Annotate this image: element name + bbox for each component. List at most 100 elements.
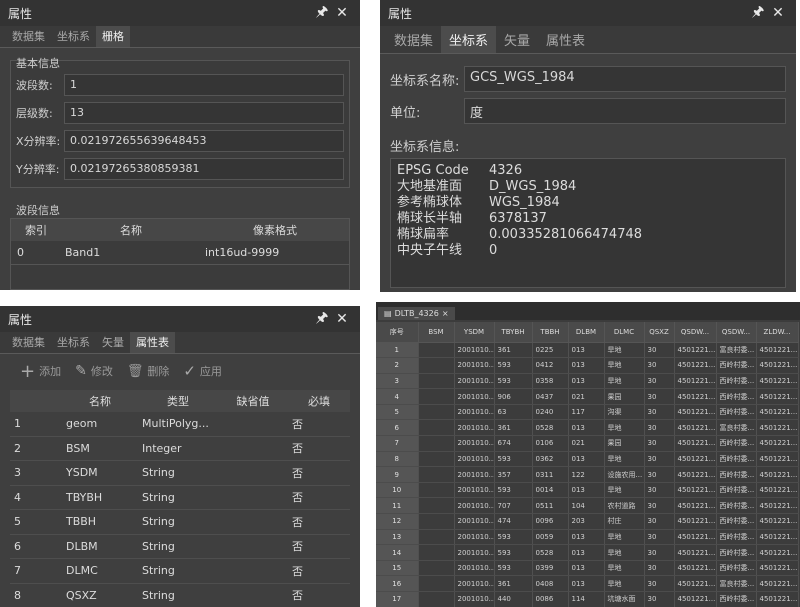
table-row[interactable]: 2 BSM Integer 否 — [10, 437, 350, 461]
pin-icon[interactable]: 🖈 — [748, 1, 768, 25]
coordinate-system-panel: 属性 🖈 ✕ 数据集 坐标系 矢量 属性表 坐标系名称: GCS_WGS_198… — [380, 0, 796, 292]
unit-field[interactable]: 度 — [464, 98, 786, 124]
table-cell: 村庄 — [604, 513, 645, 530]
band-col-index[interactable]: 索引 — [11, 222, 61, 238]
table-row[interactable]: 1 2001010... 361 0225 013 旱地 30 4501221... 富良村委.… — [376, 342, 799, 359]
col-required[interactable]: 必填 — [288, 393, 350, 409]
column-header-dlbm[interactable]: DLBM — [568, 322, 605, 343]
field-required-cell: 否 — [292, 491, 303, 505]
table-row[interactable]: 9 2001010... 357 0311 122 设施农用... 30 4501221...… — [376, 466, 799, 483]
table-cell: 4501221... — [674, 497, 717, 515]
document-tab[interactable]: ▤ DLTB_4326 × — [378, 307, 455, 320]
column-header-qsxz[interactable]: QSXZ — [644, 322, 675, 343]
table-row[interactable]: 12 2001010... 474 0096 203 村庄 30 4501221... 西岭村委… — [376, 513, 799, 530]
pin-icon[interactable]: 🖈 — [312, 307, 332, 331]
table-cell: 0358 — [532, 373, 569, 390]
row-index-cell: 1 — [14, 417, 21, 431]
band-count-field[interactable]: 1 — [64, 74, 344, 96]
table-row[interactable]: 16 2001010... 361 0408 013 旱地 30 4501221... 富良村委… — [376, 575, 799, 592]
table-cell — [418, 373, 455, 390]
close-icon[interactable]: ✕ — [332, 5, 352, 21]
column-header-tbbh[interactable]: TBBH — [532, 322, 569, 343]
table-row[interactable]: 5 2001010... 63 0240 117 沟渠 30 4501221... 西岭村委..… — [376, 404, 799, 421]
edit-button[interactable]: ✎ 修改 — [75, 363, 113, 379]
table-cell: 2001010... — [454, 591, 495, 607]
tab-dataset[interactable]: 数据集 — [6, 331, 51, 353]
close-icon[interactable]: ✕ — [768, 5, 788, 21]
column-header-[interactable]: 序号 — [376, 322, 419, 343]
table-cell: 013 — [568, 544, 605, 561]
row-number-cell: 3 — [376, 373, 419, 390]
band-col-name[interactable]: 名称 — [61, 222, 201, 238]
tab-raster[interactable]: 栅格 — [96, 25, 130, 47]
table-cell: 593 — [494, 560, 533, 577]
crs-name-field[interactable]: GCS_WGS_1984 — [464, 66, 786, 92]
table-row[interactable]: 1 geom MultiPolyg... 否 — [10, 412, 350, 437]
table-row[interactable]: 7 2001010... 674 0106 021 果园 30 4501221... 西岭村委.… — [376, 435, 799, 452]
tab-coordinate-system[interactable]: 坐标系 — [51, 331, 96, 353]
table-row[interactable]: 11 2001010... 707 0511 104 农村道路 30 4501221... 西岭… — [376, 497, 799, 515]
column-header-bsm[interactable]: BSM — [418, 322, 455, 343]
band-index-cell: 0 — [17, 246, 24, 259]
tab-coordinate-system[interactable]: 坐标系 — [51, 25, 96, 47]
column-header-ysdm[interactable]: YSDM — [454, 322, 495, 343]
tab-attribute-table[interactable]: 属性表 — [538, 26, 593, 53]
datum-key: 大地基准面 — [397, 179, 463, 194]
apply-button[interactable]: ✓ 应用 — [183, 362, 222, 380]
band-col-pixel-format[interactable]: 像素格式 — [201, 222, 349, 238]
row-index-cell: 5 — [14, 515, 21, 529]
table-cell: 4501221... — [756, 419, 799, 437]
table-row[interactable]: 2 2001010... 593 0412 013 旱地 30 4501221... 西岭村委.… — [376, 357, 799, 374]
table-header-row: 序号 BSM YSDM TBYBH TBBH DLBM DLMC QSXZ QSDW... QSD… — [376, 322, 799, 343]
field-name-cell: QSXZ — [66, 588, 97, 602]
field-type-cell: String — [142, 490, 175, 504]
ellipsoid-key: 参考椭球体 — [397, 195, 463, 210]
tab-vector[interactable]: 矢量 — [96, 331, 130, 353]
table-row[interactable]: 7 DLMC String 否 — [10, 559, 350, 584]
tab-attribute-table[interactable]: 属性表 — [130, 331, 175, 353]
level-count-field[interactable]: 13 — [64, 102, 344, 124]
field-name-cell: geom — [66, 417, 98, 431]
table-cell: 4501221... — [674, 482, 717, 499]
column-header-qsdw[interactable]: QSDW... — [716, 322, 757, 343]
table-cell: 旱地 — [604, 451, 645, 468]
delete-button[interactable]: 🗑 删除 — [127, 363, 170, 379]
field-name-cell: TBYBH — [66, 490, 103, 504]
tab-dataset[interactable]: 数据集 — [386, 26, 441, 53]
column-header-zldw[interactable]: ZLDW... — [756, 322, 799, 343]
central-meridian-value: 0 — [489, 243, 498, 258]
col-type[interactable]: 类型 — [138, 393, 218, 409]
column-header-tbybh[interactable]: TBYBH — [494, 322, 533, 343]
column-header-qsdw[interactable]: QSDW... — [674, 322, 717, 343]
table-row[interactable]: 3 YSDM String 否 — [10, 461, 350, 486]
table-row[interactable]: 15 2001010... 593 0399 013 旱地 30 4501221... 西岭村委… — [376, 560, 799, 577]
tab-vector[interactable]: 矢量 — [496, 26, 538, 53]
table-row[interactable]: 17 2001010... 440 0086 114 坑塘水面 30 4501221... 西岭… — [376, 591, 799, 607]
tab-dataset[interactable]: 数据集 — [6, 25, 51, 47]
table-row[interactable]: 5 TBBH String 否 — [10, 510, 350, 535]
tab-coordinate-system[interactable]: 坐标系 — [441, 26, 497, 53]
table-row[interactable]: 4 TBYBH String 否 — [10, 486, 350, 510]
table-row[interactable]: 6 DLBM String 否 — [10, 535, 350, 559]
column-header-dlmc[interactable]: DLMC — [604, 322, 645, 343]
table-row[interactable]: 14 2001010... 593 0528 013 旱地 30 4501221... 西岭村委… — [376, 544, 799, 561]
table-row[interactable]: 8 QSXZ String 否 — [10, 584, 350, 607]
table-row[interactable]: 6 2001010... 361 0528 013 旱地 30 4501221... 富良村委.… — [376, 419, 799, 437]
table-row[interactable]: 3 2001010... 593 0358 013 旱地 30 4501221... 西岭村委.… — [376, 373, 799, 390]
table-row[interactable]: 4 2001010... 906 0437 021 果园 30 4501221... 西岭村委.… — [376, 388, 799, 405]
table-row[interactable]: 10 2001010... 593 0014 013 旱地 30 4501221... 西岭村委… — [376, 482, 799, 499]
close-icon[interactable]: ✕ — [332, 311, 352, 327]
x-resolution-field[interactable]: 0.021972655639648453 — [64, 130, 344, 152]
add-button[interactable]: + 添加 — [20, 361, 61, 382]
close-icon[interactable]: × — [442, 309, 449, 318]
col-name[interactable]: 名称 — [62, 393, 138, 409]
table-row[interactable]: 13 2001010... 593 0059 013 旱地 30 4501221... 西岭村委… — [376, 529, 799, 546]
table-cell — [418, 513, 455, 530]
table-row[interactable]: 0 Band1 int16ud-9999 — [11, 241, 349, 265]
y-resolution-field[interactable]: 0.02197265380859381 — [64, 158, 344, 180]
col-default[interactable]: 缺省值 — [218, 393, 288, 409]
table-cell: 果园 — [604, 435, 645, 452]
unit-label: 单位: — [390, 105, 421, 121]
pin-icon[interactable]: 🖈 — [312, 1, 332, 25]
table-row[interactable]: 8 2001010... 593 0362 013 旱地 30 4501221... 西岭村委.… — [376, 451, 799, 468]
